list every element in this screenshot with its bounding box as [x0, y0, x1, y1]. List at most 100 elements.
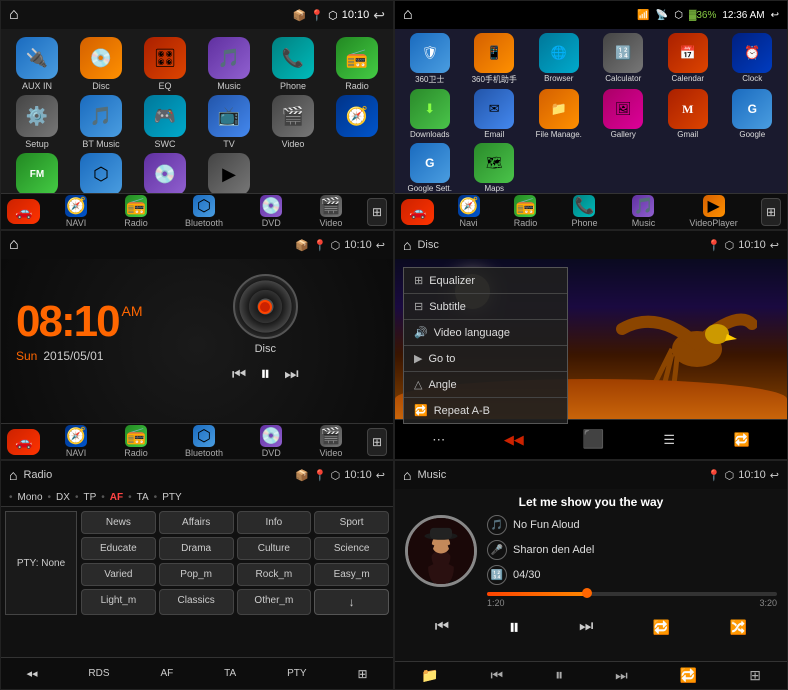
app-googlesettings[interactable]: GGoogle Sett.: [399, 143, 461, 193]
app-setup[interactable]: ⚙️ Setup: [7, 95, 67, 149]
radio-btn-lightm[interactable]: Light_m: [81, 589, 156, 615]
nav2-music[interactable]: 🎵 Music: [632, 195, 656, 228]
app-browser[interactable]: 🌐Browser: [528, 33, 590, 85]
app-email[interactable]: ✉Email: [464, 89, 526, 139]
app-eq[interactable]: 🎛 EQ: [135, 37, 195, 91]
app-calendar[interactable]: 📅Calendar: [657, 33, 719, 85]
radio-btn-scrolldown[interactable]: ↓: [314, 589, 389, 615]
app-aux-in[interactable]: 🔌 AUX IN: [7, 37, 67, 91]
app-filemanager[interactable]: 📁File Manage.: [528, 89, 590, 139]
nav-dvd[interactable]: 💿 DVD: [260, 195, 282, 228]
nav-bluetooth[interactable]: ⬡ Bluetooth: [185, 195, 223, 228]
radio-btn-varied[interactable]: Varied: [81, 563, 156, 586]
nav2-navi[interactable]: 🧭 Navi: [458, 195, 480, 228]
app-gallery[interactable]: 🖼Gallery: [593, 89, 655, 139]
home-icon-p5[interactable]: ⌂: [9, 467, 17, 483]
rbb-settings[interactable]: ⊞: [357, 667, 367, 681]
app-disc[interactable]: 💿 Disc: [71, 37, 131, 91]
app-swc[interactable]: 🎮 SWC: [135, 95, 195, 149]
mbb-play[interactable]: ⏸: [555, 667, 563, 685]
pause-button[interactable]: ⏸: [260, 363, 270, 386]
rbb-ta[interactable]: TA: [224, 668, 236, 679]
radio-btn-affairs[interactable]: Affairs: [159, 511, 234, 534]
radio-btn-sport[interactable]: Sport: [314, 511, 389, 534]
mbb-repeat[interactable]: 🔁: [680, 667, 697, 684]
app-disc2[interactable]: 💿: [135, 153, 195, 195]
ctx-equalizer[interactable]: ⊞ Equalizer: [404, 268, 567, 294]
app-gmail[interactable]: MGmail: [657, 89, 719, 139]
radio-btn-culture[interactable]: Culture: [237, 537, 312, 560]
radio-btn-drama[interactable]: Drama: [159, 537, 234, 560]
vc-repeat-button[interactable]: 🔁: [734, 432, 750, 448]
app-clock[interactable]: ⏰Clock: [722, 33, 784, 85]
nav-video[interactable]: 🎬 Video: [319, 195, 342, 228]
app-btmusic[interactable]: 🎵 BT Music: [71, 95, 131, 149]
app-360-helper[interactable]: 📱360手机助手: [464, 33, 526, 85]
mbb-folder[interactable]: 📁: [421, 667, 438, 684]
ctx-goto[interactable]: ▶ Go to: [404, 346, 567, 372]
home-icon-p3[interactable]: ⌂: [9, 236, 19, 254]
music-pause-button[interactable]: ⏸: [509, 614, 520, 640]
app-navi[interactable]: 🧭: [327, 95, 387, 149]
ctx-subtitle[interactable]: ⊟ Subtitle: [404, 294, 567, 320]
music-repeat-button[interactable]: 🔁: [653, 619, 670, 636]
home-icon[interactable]: ⌂: [9, 6, 19, 24]
home-icon-p6[interactable]: ⌂: [403, 467, 411, 483]
car-nav-button[interactable]: 🚗: [7, 199, 40, 224]
nav3-video[interactable]: 🎬 Video: [319, 425, 342, 458]
ctx-repeat-ab[interactable]: 🔁 Repeat A-B: [404, 398, 567, 423]
grid-toggle-button[interactable]: ⊞: [367, 198, 387, 226]
nav3-bluetooth[interactable]: ⬡ Bluetooth: [185, 425, 223, 458]
radio-btn-rockm[interactable]: Rock_m: [237, 563, 312, 586]
rbb-af[interactable]: AF: [160, 668, 173, 679]
mbb-prev[interactable]: ⏮: [490, 667, 503, 684]
radio-btn-otherm[interactable]: Other_m: [237, 589, 312, 615]
radio-btn-educate[interactable]: Educate: [81, 537, 156, 560]
app-phone[interactable]: 📞 Phone: [263, 37, 323, 91]
nav3-navi[interactable]: 🧭 NAVI: [65, 425, 87, 458]
app-bt2[interactable]: ⬡: [71, 153, 131, 195]
home-icon-p4[interactable]: ⌂: [403, 237, 411, 253]
prev-button[interactable]: ⏮: [232, 366, 246, 384]
radio-btn-science[interactable]: Science: [314, 537, 389, 560]
app-video[interactable]: 🎬 Video: [263, 95, 323, 149]
vc-menu-button[interactable]: ⋯: [432, 432, 445, 448]
vc-stop-button[interactable]: ⬛: [582, 429, 604, 450]
app-fm[interactable]: FM: [7, 153, 67, 195]
mbb-eq[interactable]: ⊞: [749, 667, 761, 684]
radio-btn-classics[interactable]: Classics: [159, 589, 234, 615]
grid-toggle-button-p3[interactable]: ⊞: [367, 428, 387, 456]
music-prev-button[interactable]: ⏮: [435, 618, 449, 636]
app-calculator[interactable]: 🔢Calculator: [593, 33, 655, 85]
next-button[interactable]: ⏭: [284, 366, 298, 384]
app-music[interactable]: 🎵 Music: [199, 37, 259, 91]
app-google[interactable]: GGoogle: [722, 89, 784, 139]
rbb-pty[interactable]: PTY: [287, 668, 306, 679]
vc-list-button[interactable]: ☰: [663, 432, 675, 448]
radio-btn-easym[interactable]: Easy_m: [314, 563, 389, 586]
radio-btn-info[interactable]: Info: [237, 511, 312, 534]
home-icon-p2[interactable]: ⌂: [403, 6, 413, 24]
car-nav-button-p2[interactable]: 🚗: [401, 199, 434, 225]
back-icon-p2[interactable]: ↩: [771, 10, 779, 21]
ctx-angle[interactable]: △ Angle: [404, 372, 567, 398]
nav-radio[interactable]: 📻 Radio: [124, 195, 148, 228]
app-radio[interactable]: 📻 Radio: [327, 37, 387, 91]
rbb-vol-down[interactable]: ◂◂: [26, 667, 37, 680]
nav-navi[interactable]: 🧭 NAVI: [65, 195, 87, 228]
vc-rewind-button[interactable]: ◀◀: [504, 432, 524, 448]
radio-btn-popm[interactable]: Pop_m: [159, 563, 234, 586]
music-next-button[interactable]: ⏭: [579, 618, 593, 636]
app-tv[interactable]: 📺 TV: [199, 95, 259, 149]
radio-btn-news[interactable]: News: [81, 511, 156, 534]
progress-bar-bg[interactable]: [487, 592, 777, 596]
back-icon[interactable]: ↩: [373, 7, 385, 24]
nav3-radio[interactable]: 📻 Radio: [124, 425, 148, 458]
nav3-dvd[interactable]: 💿 DVD: [260, 425, 282, 458]
nav2-videoplayer[interactable]: ▶ VideoPlayer: [689, 195, 737, 228]
music-shuffle-button[interactable]: 🔀: [730, 619, 747, 636]
car-nav-button-p3[interactable]: 🚗: [7, 429, 40, 455]
rbb-rds[interactable]: RDS: [88, 668, 109, 679]
app-360-guard[interactable]: 🛡360卫士: [399, 33, 461, 85]
back-icon-p3[interactable]: ↩: [376, 239, 385, 252]
